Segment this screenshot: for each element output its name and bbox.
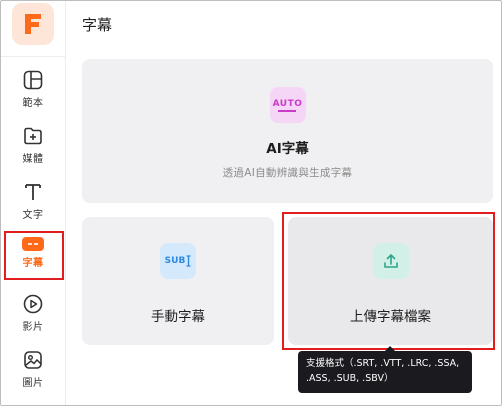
- sidebar: 範本 媒體 文字 字幕 影片 圖片: [1, 1, 66, 405]
- manual-subtitle-card[interactable]: SUB 手動字幕: [82, 217, 274, 345]
- image-icon: [24, 351, 42, 369]
- logo-f-icon: [25, 14, 41, 34]
- auto-subtitle-title: AI字幕: [266, 141, 309, 157]
- subtitle-icon: [22, 237, 44, 251]
- sidebar-item-label: 文字: [22, 210, 44, 221]
- sidebar-item-label: 影片: [22, 322, 44, 333]
- text-icon: [25, 184, 41, 200]
- manual-subtitle-title: 手動字幕: [151, 309, 205, 325]
- sidebar-item-video[interactable]: 影片: [1, 291, 65, 341]
- sidebar-item-label: 範本: [22, 98, 44, 109]
- sub-icon: SUB: [160, 243, 196, 279]
- app-window: 範本 媒體 文字 字幕 影片 圖片 字幕 AUTO AI字幕 透過AI自動辨識與…: [0, 0, 502, 406]
- auto-subtitle-description: 透過AI自動辨識與生成字幕: [222, 167, 353, 179]
- play-icon: [23, 294, 43, 314]
- upload-subtitle-card[interactable]: 上傳字幕檔案: [288, 217, 493, 345]
- template-icon: [23, 70, 43, 90]
- sub-icon-text: SUB: [164, 256, 186, 266]
- sidebar-item-subtitle[interactable]: 字幕: [1, 231, 65, 281]
- supported-formats-tooltip: 支援格式（.SRT, .VTT, .LRC, .SSA, .ASS, .SUB,…: [298, 351, 472, 393]
- auto-icon: AUTO: [269, 87, 306, 123]
- sidebar-item-label: 媒體: [22, 154, 44, 165]
- sidebar-item-media[interactable]: 媒體: [1, 123, 65, 173]
- auto-icon-text: AUTO: [272, 98, 303, 109]
- sidebar-item-text[interactable]: 文字: [1, 179, 65, 229]
- page-title: 字幕: [82, 16, 113, 34]
- auto-subtitle-card[interactable]: AUTO AI字幕 透過AI自動辨識與生成字幕: [82, 59, 493, 203]
- sidebar-item-template[interactable]: 範本: [1, 67, 65, 117]
- sidebar-item-label: 字幕: [22, 258, 44, 269]
- sidebar-item-label: 圖片: [22, 378, 44, 389]
- upload-subtitle-title: 上傳字幕檔案: [350, 309, 431, 325]
- upload-icon: [372, 243, 409, 279]
- divider: [1, 56, 65, 57]
- add-media-icon: [24, 127, 42, 145]
- sidebar-item-image[interactable]: 圖片: [1, 347, 65, 397]
- app-logo[interactable]: [12, 3, 54, 45]
